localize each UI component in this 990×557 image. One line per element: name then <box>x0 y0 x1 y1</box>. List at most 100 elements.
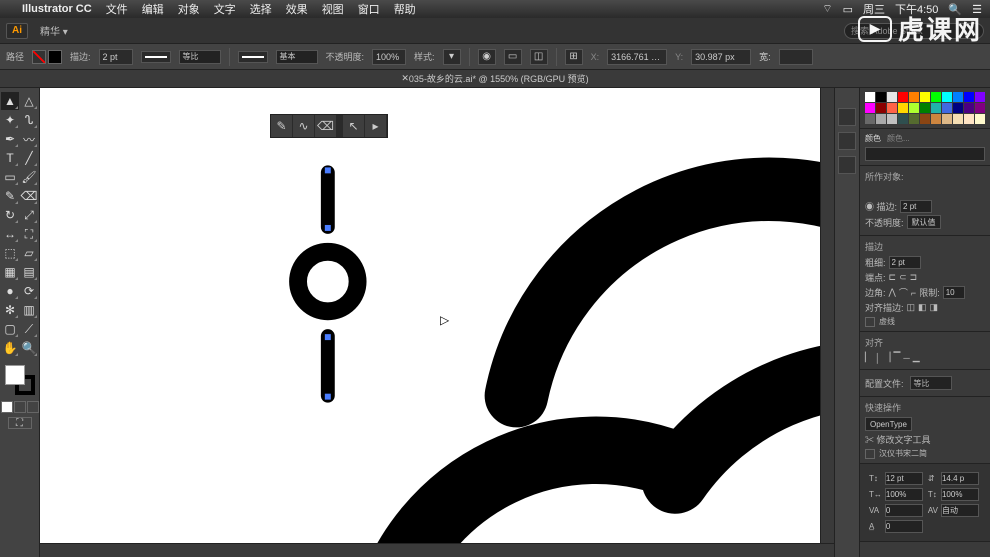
swatch[interactable] <box>964 114 974 124</box>
swatch[interactable] <box>898 103 908 113</box>
canvas[interactable]: ✎ ∿ ⌫ ↖ ▸ ▷ <box>40 88 834 557</box>
menu-type[interactable]: 文字 <box>214 1 236 17</box>
swatch[interactable] <box>909 114 919 124</box>
draw-normal[interactable] <box>1 401 13 413</box>
tool-zoom[interactable]: 🔍 <box>20 339 38 357</box>
swatch[interactable] <box>931 92 941 102</box>
align-left[interactable]: ▏ <box>865 352 872 363</box>
leading[interactable] <box>941 472 979 485</box>
align-hcenter[interactable]: │ <box>875 353 881 363</box>
stock-search[interactable]: 搜索 Adobe Stock <box>844 23 984 39</box>
tool-column-graph[interactable]: ▥ <box>20 301 38 319</box>
swatch[interactable] <box>975 114 985 124</box>
document-tab[interactable]: ✕ 035-故乡的云.ai* @ 1550% (RGB/GPU 预览) <box>0 70 990 88</box>
swatch[interactable] <box>887 92 897 102</box>
tool-eraser[interactable]: ⌫ <box>20 187 38 205</box>
dashed-checkbox[interactable] <box>865 317 875 327</box>
anchor-tool-icon[interactable]: ↖ <box>343 115 365 137</box>
shape-icon[interactable]: ◫ <box>530 49 548 65</box>
join-bevel[interactable]: ⌐ <box>911 288 916 298</box>
profile-dropdown[interactable]: 等比 <box>910 376 952 390</box>
tool-shape-builder[interactable]: ⬚ <box>1 244 19 262</box>
tool-lasso[interactable]: ᔐ <box>20 111 38 129</box>
tool-magic-wand[interactable]: ✦ <box>1 111 19 129</box>
fill-box[interactable] <box>5 365 25 385</box>
swatch[interactable] <box>920 92 930 102</box>
recolor-icon[interactable]: ◉ <box>478 49 496 65</box>
coord-y[interactable] <box>691 49 751 65</box>
swatch[interactable] <box>953 103 963 113</box>
floating-pencil-toolbar[interactable]: ✎ ∿ ⌫ ↖ ▸ <box>270 114 388 138</box>
tool-type[interactable]: T <box>1 149 19 167</box>
transform-icon[interactable]: ⊞ <box>565 49 583 65</box>
stroke-weight[interactable] <box>889 256 921 269</box>
swatch[interactable] <box>876 92 886 102</box>
tracking[interactable] <box>941 504 979 517</box>
tool-rectangle[interactable]: ▭ <box>1 168 19 186</box>
join-round[interactable]: ⌒ <box>899 286 908 299</box>
tool-width[interactable]: ↔ <box>1 225 19 243</box>
tool-mesh[interactable]: ▦ <box>1 263 19 281</box>
align-bottom[interactable]: ▁ <box>913 352 920 363</box>
scrollbar-vertical[interactable] <box>820 88 834 543</box>
swatch[interactable] <box>964 92 974 102</box>
swatch[interactable] <box>942 92 952 102</box>
tool-curvature[interactable]: 〰 <box>20 130 38 148</box>
path-eraser-icon[interactable]: ⌫ <box>315 115 337 137</box>
workspace-switcher[interactable]: 精华 ▾ <box>34 21 74 40</box>
width-input[interactable] <box>779 49 813 65</box>
cap-square[interactable]: ⊐ <box>910 272 918 283</box>
cap-butt[interactable]: ⊏ <box>889 272 897 283</box>
kerning[interactable] <box>885 504 923 517</box>
fill-stroke-control[interactable] <box>5 365 35 395</box>
tool-hand[interactable]: ✋ <box>1 339 19 357</box>
menu-select[interactable]: 选择 <box>250 1 272 17</box>
screen-mode[interactable]: ⛶ <box>8 417 32 429</box>
graphic-style[interactable]: ▾ <box>443 49 461 65</box>
coord-x[interactable] <box>607 49 667 65</box>
panel-icon-1[interactable] <box>838 108 856 126</box>
align-vcenter[interactable]: ─ <box>903 353 909 363</box>
tool-rotate[interactable]: ↻ <box>1 206 19 224</box>
cap-round[interactable]: ⊂ <box>899 272 907 283</box>
swatch[interactable] <box>920 114 930 124</box>
tool-scale[interactable]: ⤢ <box>20 206 38 224</box>
menu-view[interactable]: 视图 <box>322 1 344 17</box>
tool-perspective[interactable]: ▱ <box>20 244 38 262</box>
swatch[interactable] <box>865 114 875 124</box>
vscale[interactable] <box>941 488 979 501</box>
swatch[interactable] <box>887 114 897 124</box>
menu-help[interactable]: 帮助 <box>394 1 416 17</box>
font-tool-btn[interactable]: ✂ 修改文字工具 <box>865 433 931 446</box>
miter-limit[interactable] <box>943 286 965 299</box>
tool-pen[interactable]: ✒ <box>1 130 19 148</box>
swatch[interactable] <box>931 103 941 113</box>
align-center[interactable]: ◫ <box>907 302 916 313</box>
swatch[interactable] <box>909 103 919 113</box>
swatch[interactable] <box>953 92 963 102</box>
tool-artboard[interactable]: ▢ <box>1 320 19 338</box>
appear-stroke[interactable] <box>900 200 932 213</box>
battery-icon[interactable]: ▭ <box>843 3 853 16</box>
panel-icon-2[interactable] <box>838 132 856 150</box>
align-top[interactable]: ▔ <box>893 352 900 363</box>
menu-edit[interactable]: 编辑 <box>142 1 164 17</box>
tool-blend[interactable]: ⟳ <box>20 282 38 300</box>
tool-symbol-spray[interactable]: ✻ <box>1 301 19 319</box>
brush-definition[interactable] <box>238 51 268 63</box>
align-inside[interactable]: ◧ <box>918 302 927 313</box>
smooth-tool-icon[interactable]: ∿ <box>293 115 315 137</box>
stroke-weight-input[interactable] <box>99 49 133 65</box>
tool-slice[interactable]: ⟋ <box>20 320 38 338</box>
swatch[interactable] <box>975 103 985 113</box>
appear-opacity[interactable]: 默认值 <box>907 215 941 229</box>
tool-paintbrush[interactable]: 🖌 <box>20 168 38 186</box>
pencil-tool-icon[interactable]: ✎ <box>271 115 293 137</box>
fill-swatch[interactable] <box>32 50 46 64</box>
color-slider[interactable] <box>865 147 985 161</box>
swatch[interactable] <box>876 103 886 113</box>
opacity-input[interactable] <box>372 49 406 65</box>
app-name[interactable]: Illustrator CC <box>22 3 92 15</box>
font-chk[interactable] <box>865 449 875 459</box>
swatch[interactable] <box>887 103 897 113</box>
